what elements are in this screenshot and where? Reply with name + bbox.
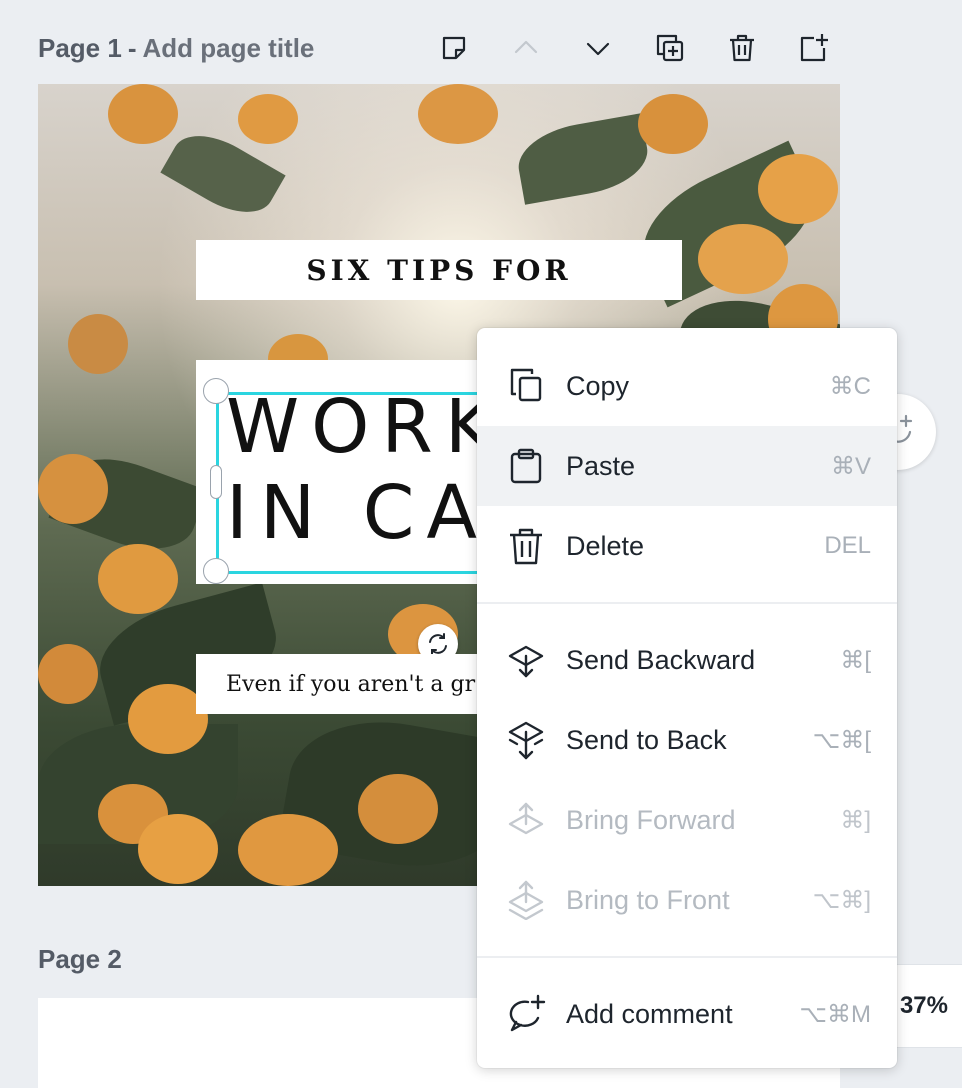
- chevron-up-icon: [514, 40, 538, 54]
- menu-item-label: Send to Back: [566, 724, 727, 755]
- send-to-back-icon: [505, 719, 547, 761]
- menu-item-send-to-back[interactable]: Send to Back ⌥⌘[: [477, 700, 897, 780]
- clipboard-icon: [505, 445, 547, 487]
- bring-to-front-icon: [505, 879, 547, 921]
- menu-item-paste[interactable]: Paste ⌘V: [477, 426, 897, 506]
- trash-icon: [505, 525, 547, 567]
- page-title-input[interactable]: Add page title: [143, 33, 315, 64]
- menu-item-shortcut: ⌘V: [830, 452, 871, 480]
- move-page-up-button[interactable]: [506, 28, 546, 68]
- menu-item-shortcut: DEL: [824, 532, 871, 559]
- notes-icon: [442, 36, 466, 60]
- menu-item-bring-to-front[interactable]: Bring to Front ⌥⌘]: [477, 860, 897, 940]
- menu-item-delete[interactable]: Delete DEL: [477, 506, 897, 586]
- copy-icon: [505, 365, 547, 407]
- send-backward-icon: [505, 639, 547, 681]
- menu-item-label: Delete: [566, 530, 645, 561]
- page-1-header: Page 1 - Add page title: [38, 28, 838, 68]
- add-page-icon: [800, 34, 828, 62]
- duplicate-page-icon: [656, 34, 684, 62]
- menu-item-label: Send Backward: [566, 644, 756, 675]
- menu-item-label: Copy: [566, 370, 630, 401]
- page-toolbar: [434, 28, 866, 68]
- menu-item-shortcut: ⌥⌘]: [812, 886, 871, 914]
- delete-page-button[interactable]: [722, 28, 762, 68]
- menu-item-shortcut: ⌘]: [840, 806, 871, 834]
- resize-handle-left[interactable]: [210, 465, 222, 499]
- menu-divider: [477, 956, 897, 958]
- add-page-button[interactable]: [794, 28, 834, 68]
- menu-item-bring-forward[interactable]: Bring Forward ⌘]: [477, 780, 897, 860]
- menu-item-label: Add comment: [566, 998, 733, 1029]
- menu-item-label: Bring to Front: [566, 884, 730, 915]
- trash-icon: [730, 34, 754, 62]
- menu-divider: [477, 602, 897, 604]
- page-1-label: Page 1: [38, 32, 122, 63]
- context-menu: Copy ⌘C Paste ⌘V Delete DEL Send Backwar…: [477, 328, 897, 1068]
- add-comment-icon: [505, 993, 547, 1035]
- duplicate-page-button[interactable]: [650, 28, 690, 68]
- zoom-value: 37%: [899, 992, 948, 1019]
- menu-item-add-comment[interactable]: Add comment ⌥⌘M: [477, 974, 897, 1054]
- menu-item-send-backward[interactable]: Send Backward ⌘[: [477, 620, 897, 700]
- notes-button[interactable]: [434, 28, 474, 68]
- menu-item-shortcut: ⌘[: [840, 646, 871, 674]
- page-2-label: Page 2: [38, 944, 122, 974]
- menu-item-shortcut: ⌥⌘M: [799, 1000, 871, 1028]
- resize-handle-top-left[interactable]: [203, 378, 229, 404]
- menu-item-copy[interactable]: Copy ⌘C: [477, 346, 897, 426]
- page-title-separator: -: [127, 32, 137, 63]
- chevron-down-icon: [586, 42, 610, 56]
- bring-forward-icon: [505, 799, 547, 841]
- menu-item-shortcut: ⌘C: [829, 372, 871, 400]
- menu-item-shortcut: ⌥⌘[: [812, 726, 871, 754]
- headline-small-textbox[interactable]: SIX TIPS FOR: [196, 240, 682, 300]
- resize-handle-bottom-left[interactable]: [203, 558, 229, 584]
- menu-item-label: Bring Forward: [566, 804, 736, 835]
- move-page-down-button[interactable]: [578, 28, 618, 68]
- menu-item-label: Paste: [566, 450, 636, 481]
